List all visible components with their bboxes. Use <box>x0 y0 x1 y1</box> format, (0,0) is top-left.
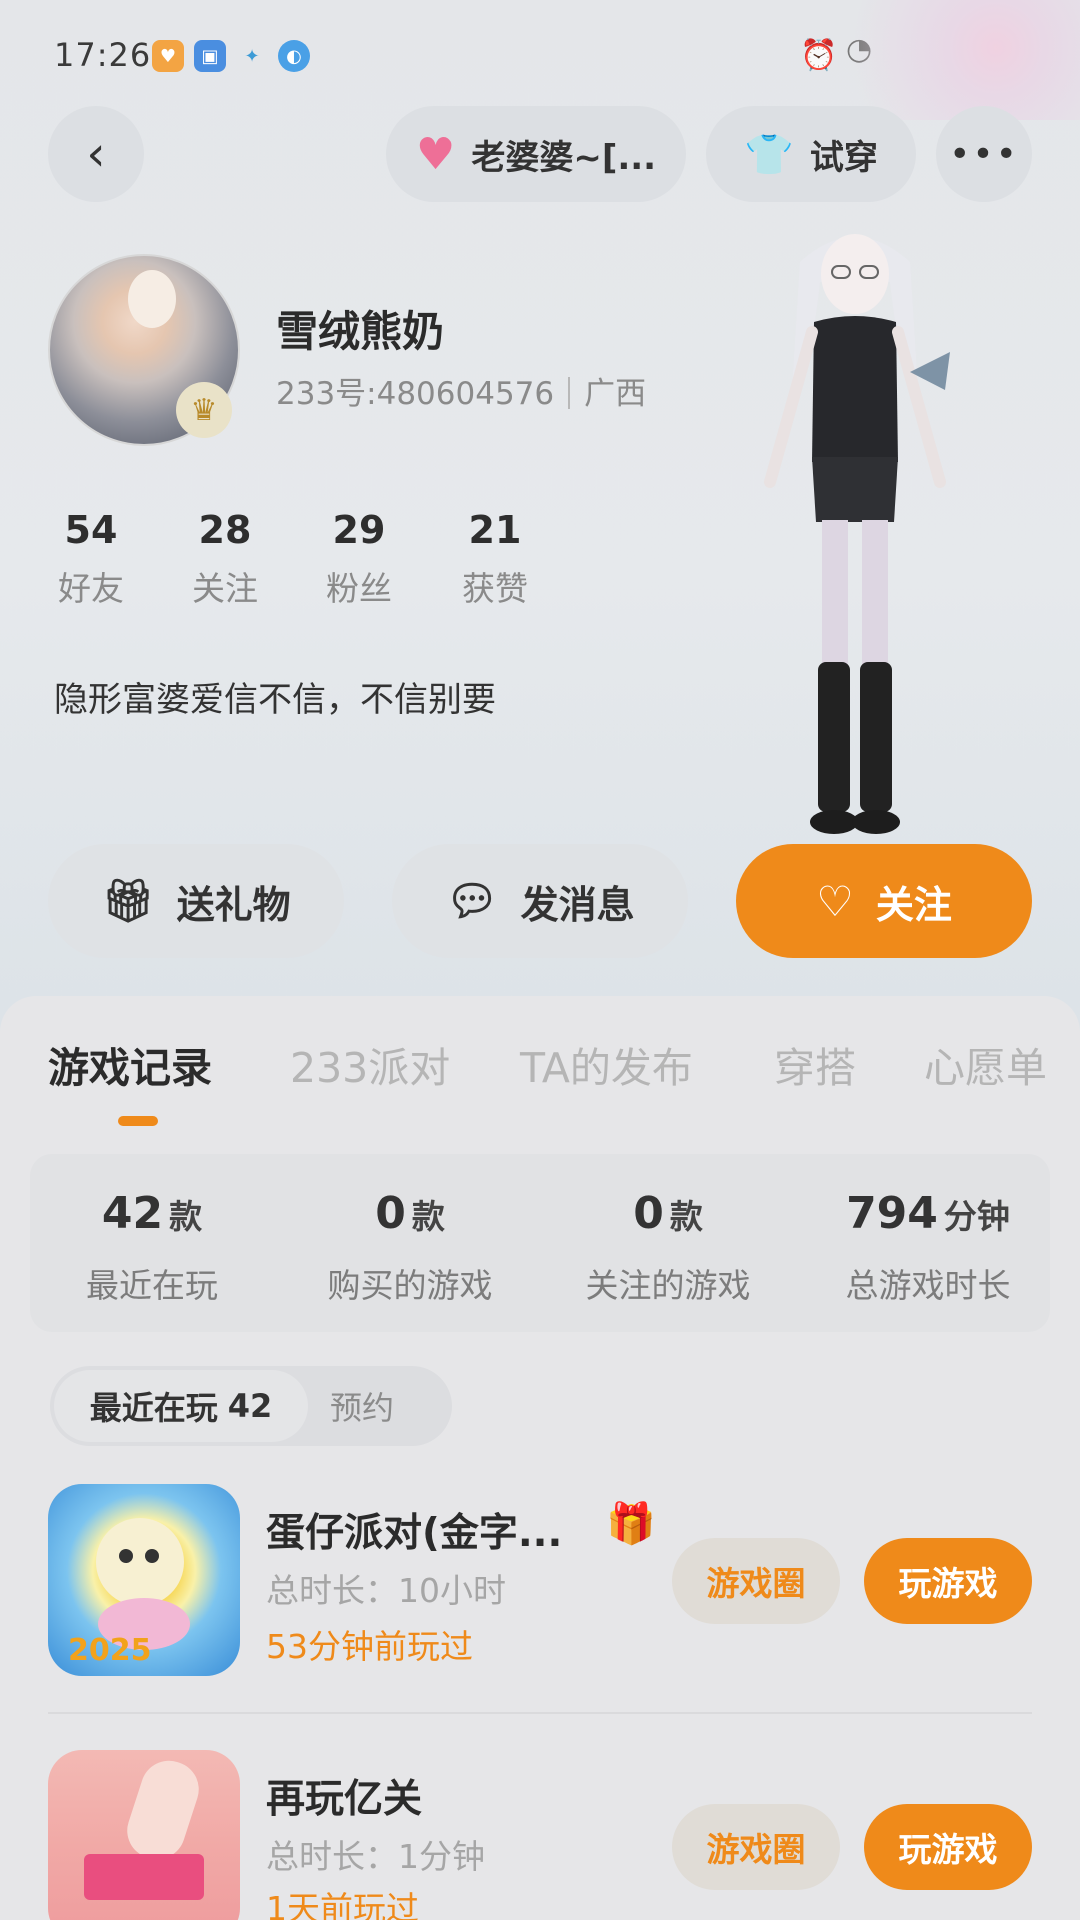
game-stat-value: 0 <box>633 1188 664 1239</box>
finger-shape <box>119 1753 207 1867</box>
app-notification-icon: ✦ <box>236 40 268 72</box>
game-stat-label: 购买的游戏 <box>327 1266 493 1305</box>
game-stat-label: 总游戏时长 <box>845 1266 1011 1305</box>
avatar-face-sticker <box>128 270 176 328</box>
back-button[interactable]: ‹ <box>48 106 144 202</box>
message-icon: 💬︎ <box>445 876 499 925</box>
game-title[interactable]: 蛋仔派对(金字... <box>266 1502 562 1558</box>
game-duration: 总时长：10小时 <box>266 1571 506 1610</box>
stat-label: 好友 <box>58 569 124 608</box>
gift-icon[interactable]: 🎁 <box>606 1500 656 1547</box>
send-message-button[interactable]: 💬︎ 发消息 <box>392 844 688 958</box>
game-stat-value: 794 <box>846 1188 938 1239</box>
app-notification-icon: ▣ <box>194 40 226 72</box>
follow-label: 关注 <box>875 882 952 927</box>
app-notification-icon: ♥ <box>152 40 184 72</box>
stat-label: 关注 <box>192 569 258 608</box>
try-on-button[interactable]: 👕 试穿 <box>706 106 916 202</box>
game-title[interactable]: 再玩亿关 <box>266 1768 422 1824</box>
nickname: 雪绒熊奶 <box>276 307 445 356</box>
game-stat-value: 42 <box>101 1188 164 1239</box>
stat-label: 获赞 <box>462 569 528 608</box>
game-circle-button[interactable]: 游戏圈 <box>672 1538 840 1624</box>
stat-value: 21 <box>468 508 522 552</box>
gift-icon: 🎁︎ <box>101 876 155 925</box>
try-on-label: 试穿 <box>809 137 878 178</box>
game-stat-unit: 款 <box>169 1197 203 1236</box>
user-region: 广西 <box>584 376 647 412</box>
tab-game-record[interactable]: 游戏记录 <box>48 1034 212 1094</box>
send-gift-button[interactable]: 🎁︎ 送礼物 <box>48 844 344 958</box>
tab-ta-posts[interactable]: TA的发布 <box>520 1034 693 1094</box>
game-last-played: 1天前玩过 <box>266 1889 419 1920</box>
game-stat-recent[interactable]: 42 款 最近在玩 <box>42 1188 262 1307</box>
subtab-recent[interactable]: 最近在玩 42 <box>54 1370 308 1442</box>
stat-value: 29 <box>332 508 386 552</box>
stat-friends[interactable]: 54 好友 <box>26 508 156 610</box>
tab-wishlist[interactable]: 心愿单 <box>924 1034 1047 1094</box>
app-notification-icon: ◐ <box>278 40 310 72</box>
tab-outfits[interactable]: 穿搭 <box>774 1034 856 1094</box>
shirt-icon: 👕 <box>744 131 794 178</box>
tab-indicator <box>118 1116 158 1126</box>
avatar-figure[interactable] <box>740 222 970 842</box>
game-stat-purchased[interactable]: 0款 购买的游戏 <box>300 1188 520 1307</box>
svg-text:2025: 2025 <box>68 1633 152 1668</box>
heart-icon: ♥ <box>415 128 456 180</box>
button-shape <box>84 1854 204 1900</box>
game-duration: 总时长：1分钟 <box>266 1837 485 1876</box>
subtab-recent-count: 42 <box>227 1387 273 1425</box>
play-game-button[interactable]: 玩游戏 <box>864 1804 1032 1890</box>
stat-fans[interactable]: 29 粉丝 <box>294 508 424 610</box>
couple-label: 老婆婆~[... <box>471 137 657 178</box>
user-id: 233号:480604576 <box>276 376 555 412</box>
follow-button[interactable]: ♡ 关注 <box>736 844 1032 958</box>
stat-following[interactable]: 28 关注 <box>160 508 290 610</box>
game-icon-eggy-party[interactable]: 2025 <box>48 1484 240 1676</box>
game-icon-replay[interactable] <box>48 1750 240 1920</box>
status-time: 17:26 <box>54 36 152 74</box>
game-last-played: 53分钟前玩过 <box>266 1627 473 1666</box>
meta-divider <box>568 377 571 409</box>
more-button[interactable]: ••• <box>936 106 1032 202</box>
game-stat-total-time[interactable]: 794 分钟 总游戏时长 <box>818 1188 1038 1307</box>
back-icon: ‹ <box>86 126 106 182</box>
play-game-button[interactable]: 玩游戏 <box>864 1538 1032 1624</box>
send-message-label: 发消息 <box>520 882 635 927</box>
user-meta: 233号:480604576 广西 <box>276 368 646 413</box>
game-stat-unit: 分钟 <box>943 1197 1010 1236</box>
stat-value: 54 <box>64 508 118 552</box>
game-circle-button[interactable]: 游戏圈 <box>672 1804 840 1890</box>
game-stat-unit: 款 <box>669 1197 703 1236</box>
game-stat-label: 关注的游戏 <box>585 1266 751 1305</box>
crown-icon: ♛ <box>176 382 232 438</box>
stat-label: 粉丝 <box>326 569 392 608</box>
eggy-mascot-icon: 2025 <box>68 1518 190 1668</box>
couple-button[interactable]: ♥ 老婆婆~[... <box>386 106 686 202</box>
stat-likes[interactable]: 21 获赞 <box>430 508 560 610</box>
tab-233-party[interactable]: 233派对 <box>290 1034 450 1094</box>
subtab-reserve[interactable]: 预约 <box>330 1370 394 1442</box>
game-stat-value: 0 <box>375 1188 406 1239</box>
decorative-corner-art <box>800 0 1080 120</box>
heart-plus-icon: ♡ <box>816 876 854 926</box>
more-icon: ••• <box>949 133 1019 175</box>
subtab-recent-label: 最近在玩 <box>89 1389 218 1427</box>
game-stat-unit: 款 <box>411 1197 445 1236</box>
list-divider <box>48 1712 1032 1714</box>
game-stat-label: 最近在玩 <box>86 1266 218 1305</box>
stat-value: 28 <box>198 508 252 552</box>
game-stat-followed[interactable]: 0款 关注的游戏 <box>558 1188 778 1307</box>
bio: 隐形富婆爱信不信，不信别要 <box>54 680 496 720</box>
send-gift-label: 送礼物 <box>176 882 291 927</box>
